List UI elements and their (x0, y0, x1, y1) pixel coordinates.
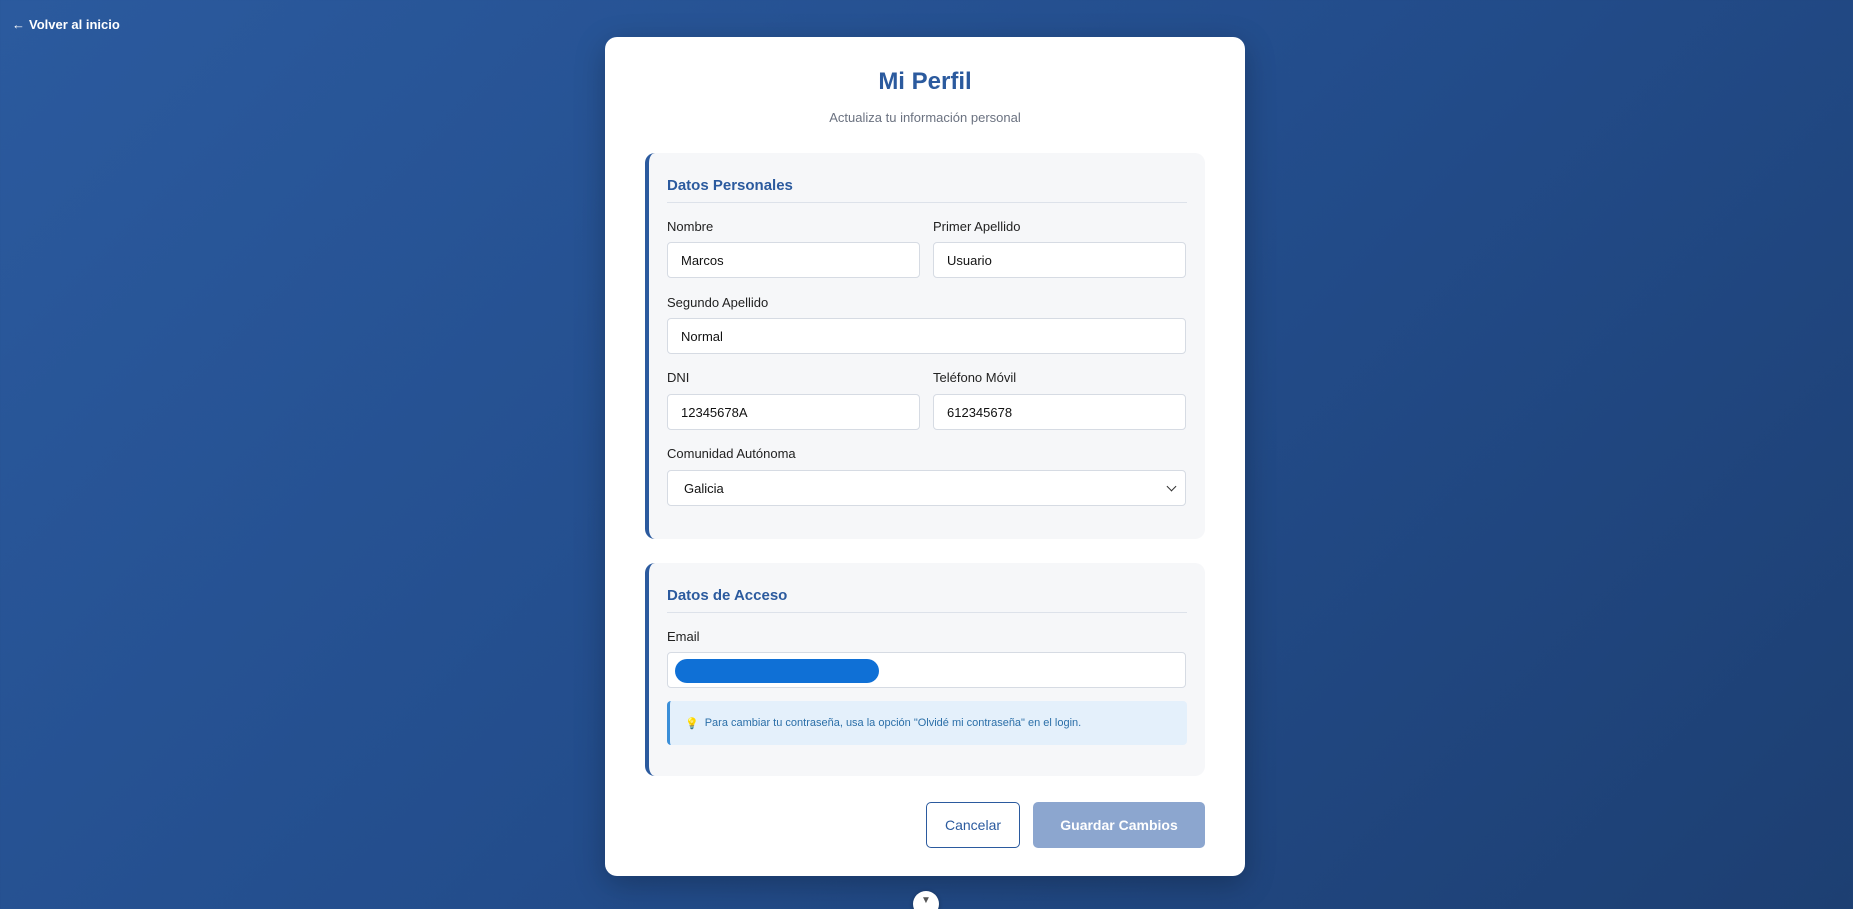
email-label: Email (667, 629, 700, 644)
section-divider (667, 612, 1187, 613)
email-input[interactable] (667, 652, 1186, 688)
dni-input[interactable] (667, 394, 920, 430)
segundo-apellido-label: Segundo Apellido (667, 295, 769, 310)
section-title-access: Datos de Acceso (667, 587, 788, 604)
lightbulb-icon: 💡 (685, 717, 699, 730)
redaction-mark (675, 659, 879, 683)
comunidad-select[interactable]: Galicia (667, 470, 1186, 506)
section-divider (667, 202, 1187, 203)
primer-apellido-label: Primer Apellido (933, 219, 1021, 234)
comunidad-label: Comunidad Autónoma (667, 446, 796, 461)
floating-action-icon[interactable]: ▼ (913, 891, 939, 909)
page-subtitle: Actualiza tu información personal (829, 110, 1021, 125)
telefono-input[interactable] (933, 394, 1186, 430)
nombre-label: Nombre (667, 219, 714, 234)
back-link-label: Volver al inicio (29, 17, 120, 32)
comunidad-selected-value: Galicia (684, 480, 724, 496)
personal-data-section: Datos Personales Nombre Primer Apellido … (645, 153, 1205, 539)
primer-apellido-input[interactable] (933, 242, 1186, 278)
save-button[interactable]: Guardar Cambios (1033, 802, 1205, 848)
back-to-home-link[interactable]: ← Volver al inicio (12, 17, 120, 32)
access-data-section: Datos de Acceso Email 💡 Para cambiar tu … (645, 563, 1205, 776)
profile-card: Mi Perfil Actualiza tu información perso… (605, 37, 1245, 876)
chevron-down-icon (1166, 481, 1177, 491)
segundo-apellido-input[interactable] (667, 318, 1186, 354)
telefono-label: Teléfono Móvil (933, 370, 1017, 385)
arrow-left-icon: ← (12, 17, 25, 32)
password-info-text: Para cambiar tu contraseña, usa la opció… (704, 717, 1082, 729)
cancel-button[interactable]: Cancelar (926, 802, 1020, 848)
nombre-input[interactable] (667, 242, 920, 278)
dni-label: DNI (667, 370, 690, 385)
section-title-personal: Datos Personales (667, 177, 793, 194)
page-title: Mi Perfil (878, 68, 972, 95)
password-info-box: 💡 Para cambiar tu contraseña, usa la opc… (667, 701, 1187, 745)
